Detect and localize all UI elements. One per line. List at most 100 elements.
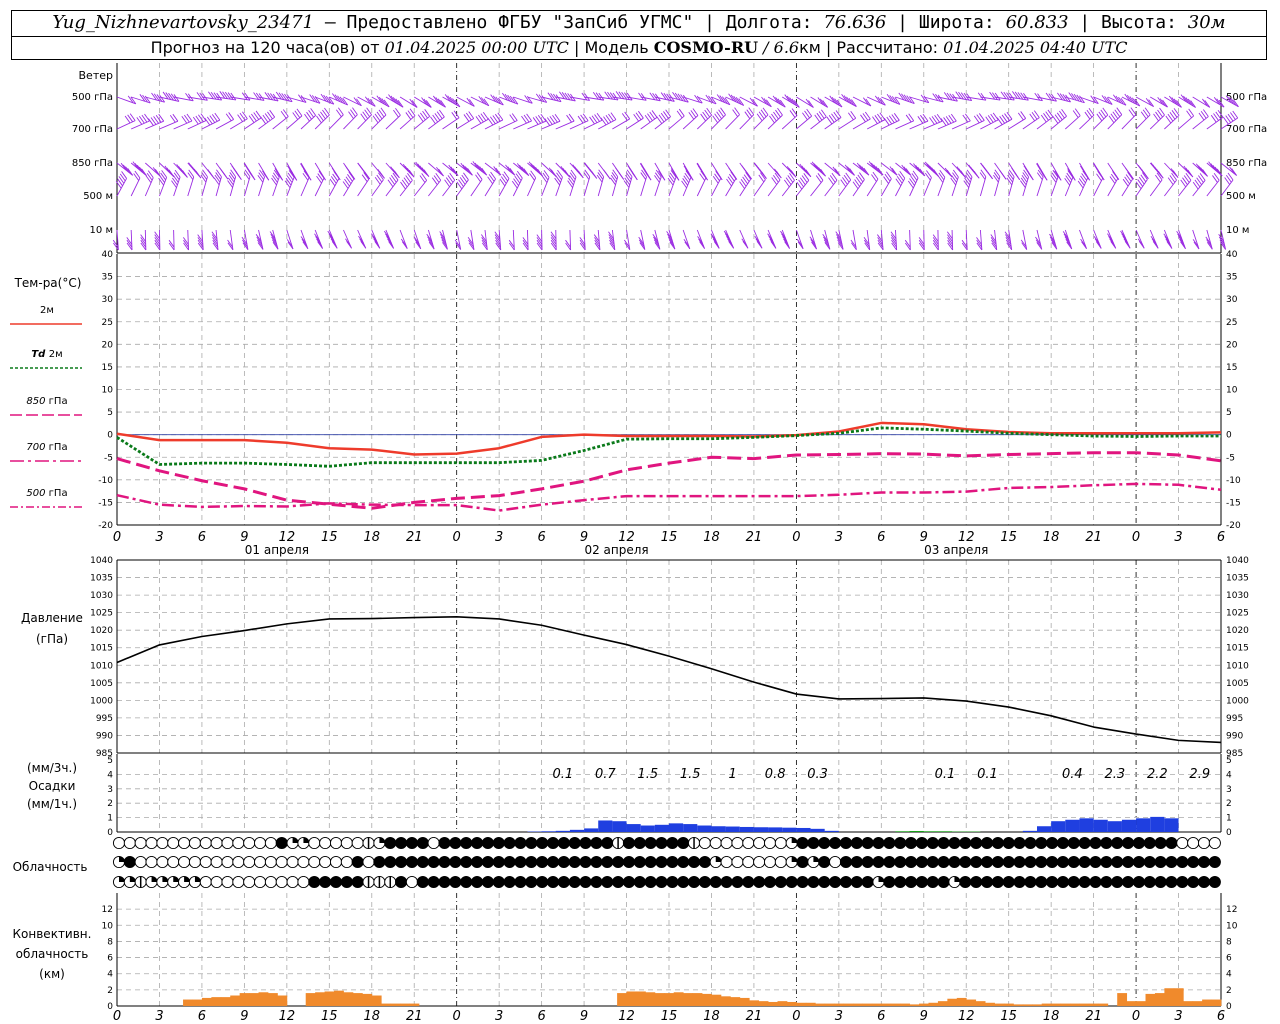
- cloud-symbol: [525, 855, 538, 869]
- wind-barb-flag: [1150, 162, 1157, 170]
- wind-barb-flag: [728, 167, 735, 176]
- pressure-tick-right: 995: [1226, 714, 1243, 724]
- wind-barb: [1149, 114, 1165, 130]
- wind-barb-flag: [774, 168, 780, 177]
- wind-barb-flag: [171, 180, 177, 188]
- conv-bar: [1070, 1003, 1080, 1006]
- wind-barb: [328, 114, 344, 130]
- cloud-symbol: [959, 875, 972, 889]
- wind-barb: [470, 179, 483, 197]
- cloud-symbol: [492, 855, 505, 869]
- wind-barb: [682, 115, 699, 130]
- cloud-symbol: [188, 836, 201, 850]
- cloud-symbol: [894, 855, 907, 869]
- temp-tick-left: 10: [102, 386, 114, 396]
- conv-bar: [985, 1002, 995, 1006]
- cloud-symbol: [731, 875, 744, 889]
- cloud-symbol: [742, 836, 755, 850]
- wind-level-label: 500 гПа: [72, 92, 113, 103]
- conv-bar: [381, 1003, 392, 1006]
- wind-level-label: 700 гПа: [72, 124, 113, 135]
- wind-barb: [781, 115, 798, 130]
- wind-barb: [229, 176, 237, 197]
- temp-legend-text: гПа: [49, 488, 68, 499]
- wind-level-label: 10 м: [90, 225, 113, 236]
- cloud-symbol: [1067, 855, 1080, 869]
- precip-bar: [796, 827, 811, 832]
- temp-tick-left: 20: [102, 340, 114, 350]
- wind-barb-flag: [968, 164, 975, 173]
- cloud-symbol: [1165, 875, 1178, 889]
- cloud-symbol: [1089, 836, 1102, 850]
- cloud-symbol: [872, 855, 885, 869]
- wind-barb: [979, 176, 987, 197]
- cloud-symbol: [698, 875, 711, 889]
- wind-barb-flag: [980, 169, 987, 178]
- cloud-symbol: [1056, 855, 1069, 869]
- precip-label-1h: (мм/1ч.): [27, 797, 77, 811]
- cloud-symbol: [883, 836, 896, 850]
- cloud-symbol: [188, 855, 201, 869]
- cloud-symbol: [1002, 875, 1015, 889]
- cloud-symbol-quarter: [379, 837, 385, 843]
- wind-barb-flag: [1124, 167, 1131, 175]
- cloud-symbol: [579, 875, 592, 889]
- cloud-symbol: [959, 836, 972, 850]
- cloud-symbol: [1046, 875, 1059, 889]
- conv-x-tick: 15: [1000, 1009, 1017, 1024]
- cloud-symbol: [134, 855, 147, 869]
- temp-legend-text: 2м: [40, 305, 54, 316]
- wind-barb-flag: [556, 172, 562, 181]
- cloud-symbol: [557, 875, 570, 889]
- wind-barb-flag: [639, 163, 646, 171]
- wind-barb-flag: [1008, 172, 1014, 180]
- wind-barb-flag: [937, 175, 944, 183]
- wind-barb: [1192, 116, 1209, 130]
- conv-bar: [1145, 993, 1156, 1006]
- cloud-symbol-quarter: [813, 856, 819, 862]
- precip-bar: [584, 828, 599, 832]
- cloud-symbol: [221, 836, 234, 850]
- conv-x-tick: 6: [1217, 1009, 1225, 1024]
- pressure-tick-left: 1015: [90, 644, 113, 654]
- conv-bar: [1013, 1004, 1024, 1006]
- wind-barb-flag: [944, 167, 951, 176]
- wind-barb: [1164, 179, 1177, 197]
- wind-barb-flag: [654, 175, 660, 183]
- cloud-symbol: [698, 836, 711, 850]
- conv-x-tick: 6: [198, 1009, 206, 1024]
- conv-bar: [645, 992, 656, 1006]
- temp-tick-right: 5: [1226, 408, 1232, 418]
- conv-bar: [1136, 1001, 1146, 1006]
- pressure-tick-left: 1035: [90, 574, 113, 584]
- conv-bar: [352, 993, 363, 1006]
- cloud-symbol: [525, 836, 538, 850]
- conv-bar: [711, 994, 722, 1006]
- cloud-symbol: [948, 855, 961, 869]
- cloud-symbol: [1122, 875, 1135, 889]
- conv-bar: [928, 1002, 939, 1006]
- conv-grid: [117, 893, 1221, 1006]
- cloud-symbol: [395, 836, 408, 850]
- wind-barb-flag: [213, 177, 220, 186]
- cloud-symbol: [286, 875, 299, 889]
- day-label: 03 апреля: [924, 543, 988, 557]
- wind-barb-flag: [956, 166, 963, 174]
- wind-barb-flag: [966, 169, 973, 178]
- cloud-symbol: [514, 875, 527, 889]
- wind-barb-flag: [390, 166, 396, 174]
- pressure-tick-right: 1010: [1226, 661, 1249, 671]
- cloud-symbol: [167, 836, 180, 850]
- cloud-symbol: [926, 855, 939, 869]
- cloud-symbol: [362, 855, 375, 869]
- cloud-symbol: [1208, 836, 1221, 850]
- cloud-symbol: [275, 875, 288, 889]
- precip-bar: [626, 824, 641, 832]
- precip-bar: [782, 827, 797, 832]
- precip-tick-right: 0: [1226, 828, 1232, 838]
- wind-barb-flag: [741, 165, 748, 173]
- wind-barb: [781, 179, 795, 197]
- cloud-symbol: [340, 875, 353, 889]
- conv-bar: [1183, 1001, 1194, 1006]
- cloud-symbol: [1100, 875, 1113, 889]
